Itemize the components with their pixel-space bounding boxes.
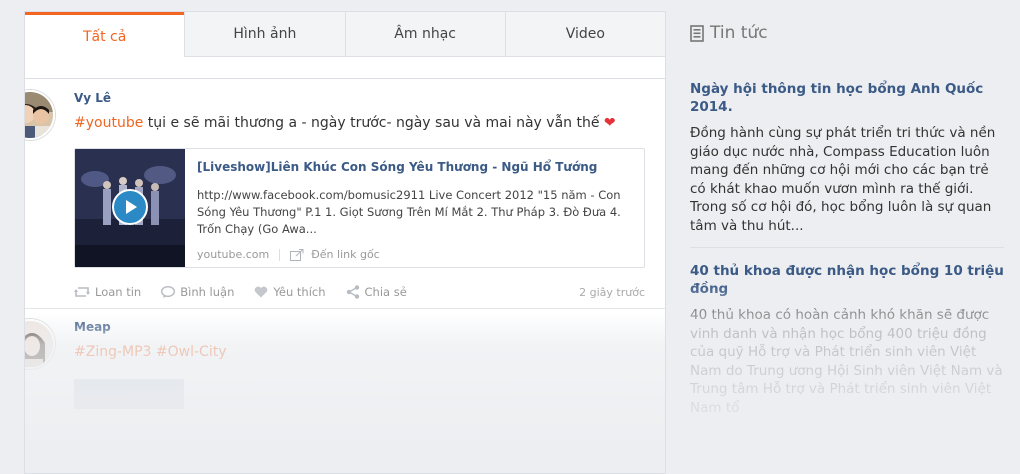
reshare-icon (74, 287, 90, 297)
embed-description: http://www.facebook.com/bomusic2911 Live… (197, 188, 621, 236)
tab-video[interactable]: Video (504, 12, 665, 56)
source-link[interactable]: Đến link gốc (311, 248, 379, 261)
document-icon (690, 24, 704, 42)
post-author[interactable]: Vy Lê (74, 90, 645, 106)
share-label: Chia sẻ (364, 285, 407, 299)
feed-panel: Tất cả Hình ảnh Âm nhạc Video Vy Lê #you… (24, 11, 666, 474)
post-hashtags[interactable]: #Zing-MP3 #Owl-City (74, 343, 645, 361)
feed-post: Vy Lê #youtube tụi e sẽ mãi thương a - n… (25, 79, 665, 309)
post-body: tụi e sẽ mãi thương a - ngày trước- ngày… (143, 115, 604, 131)
news-summary: 40 thủ khoa có hoàn cảnh khó khăn sẽ đượ… (690, 307, 1003, 416)
tab-content-strip (25, 57, 665, 79)
news-headline[interactable]: 40 thủ khoa được nhận học bổng 10 triệu … (690, 262, 1004, 298)
tab-all[interactable]: Tất cả (25, 12, 185, 58)
filter-tabs: Tất cả Hình ảnh Âm nhạc Video (25, 12, 665, 58)
reshare-label: Loan tin (95, 285, 142, 299)
video-embed-card[interactable]: [Liveshow]Liên Khúc Con Sóng Yêu Thương … (74, 148, 645, 268)
news-item: Ngày hội thông tin học bổng Anh Quốc 201… (690, 44, 1004, 235)
post-text: #youtube tụi e sẽ mãi thương a - ngày tr… (74, 114, 645, 132)
external-link-icon (290, 248, 304, 261)
tab-music[interactable]: Âm nhạc (344, 12, 505, 56)
feed-post: Meap #Zing-MP3 #Owl-City (25, 309, 665, 409)
share-button[interactable]: Chia sẻ (346, 285, 407, 299)
news-item: 40 thủ khoa được nhận học bổng 10 triệu … (690, 247, 1004, 417)
reshare-button[interactable]: Loan tin (74, 285, 141, 299)
comment-label: Bình luận (180, 285, 235, 299)
post-timestamp: 2 giây trước (579, 285, 645, 299)
divider (279, 248, 281, 261)
post-actions: Loan tin Bình luận Yêu thích Chia sẻ 2 g… (74, 280, 645, 304)
news-summary: Đồng hành cùng sự phát triển tri thức và… (690, 125, 996, 234)
post-hashtag[interactable]: #youtube (74, 115, 143, 131)
news-headline[interactable]: Ngày hội thông tin học bổng Anh Quốc 201… (690, 80, 1004, 116)
embed-domain: youtube.com (197, 248, 270, 261)
post-author[interactable]: Meap (74, 319, 645, 335)
comment-button[interactable]: Bình luận (161, 285, 234, 299)
news-sidebar: Tin tức Ngày hội thông tin học bổng Anh … (690, 22, 1004, 474)
heart-icon: ❤ (603, 115, 616, 131)
share-icon (346, 285, 359, 299)
news-header: Tin tức (690, 22, 1004, 44)
news-title: Tin tức (710, 23, 768, 43)
post-thumbnail[interactable] (74, 379, 184, 409)
avatar[interactable] (25, 90, 55, 140)
video-thumbnail[interactable] (75, 149, 185, 267)
heart-outline-icon (255, 286, 268, 298)
comment-icon (161, 286, 176, 298)
tab-images[interactable]: Hình ảnh (184, 12, 345, 56)
like-button[interactable]: Yêu thích (254, 285, 326, 299)
like-label: Yêu thích (273, 285, 326, 299)
play-icon[interactable] (112, 189, 148, 225)
embed-title[interactable]: [Liveshow]Liên Khúc Con Sóng Yêu Thương … (197, 159, 632, 175)
avatar[interactable] (25, 319, 55, 369)
